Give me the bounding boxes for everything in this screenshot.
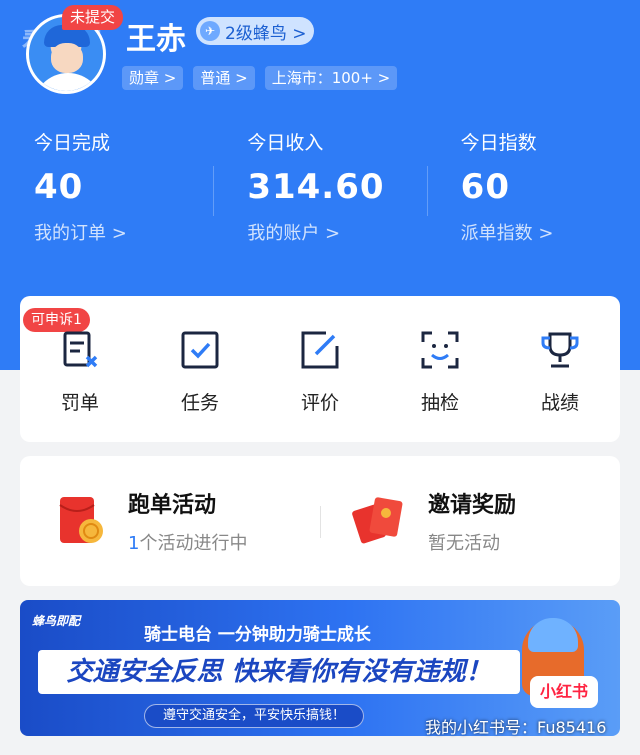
user-name: 王赤 bbox=[126, 22, 186, 57]
banner-slogan: 遵守交通安全，平安快乐搞钱！ bbox=[144, 704, 365, 728]
activity-subtitle: 1个活动进行中 bbox=[128, 529, 247, 555]
tool-achievements[interactable]: 战绩 bbox=[510, 330, 610, 442]
stat-label: 今日收入 bbox=[247, 132, 324, 154]
plane-icon: ✈ bbox=[200, 21, 220, 41]
xhs-watermark-chip: 小红书 bbox=[530, 676, 599, 708]
run-activities[interactable]: 跑单活动 1个活动进行中 bbox=[20, 456, 320, 586]
tool-label: 评价 bbox=[300, 392, 339, 414]
red-envelope-icon bbox=[59, 497, 103, 543]
tool-ticket[interactable]: 可申诉1 罚单 bbox=[23, 308, 130, 442]
tool-inspection[interactable]: 抽检 bbox=[390, 330, 490, 442]
activity-title: 跑单活动 bbox=[128, 493, 217, 518]
trophy-icon bbox=[541, 332, 579, 368]
banner-headline: 交通安全反思 快来看你有没有违规！ bbox=[38, 650, 520, 694]
stat-label: 今日完成 bbox=[34, 132, 111, 154]
appeal-badge: 可申诉1 bbox=[23, 308, 90, 332]
tool-tasks[interactable]: 任务 bbox=[150, 330, 250, 442]
activity-title: 邀请奖励 bbox=[428, 493, 517, 518]
tool-reviews[interactable]: 评价 bbox=[270, 330, 370, 442]
banner-subtitle: 骑士电台 一分钟助力骑士成长 bbox=[144, 625, 371, 645]
stat-label: 今日指数 bbox=[460, 132, 537, 154]
stat-value: 40 bbox=[34, 167, 84, 207]
brand-logo: 蜂鸟即配 bbox=[32, 614, 81, 628]
tool-label: 战绩 bbox=[540, 392, 579, 414]
tag-tier[interactable]: 普通 > bbox=[193, 66, 255, 90]
tag-city-rank[interactable]: 上海市：100+ > bbox=[264, 66, 398, 90]
stat-index[interactable]: 今日指数 60 派单指数 > bbox=[426, 124, 640, 264]
stat-completed[interactable]: 今日完成 40 我的订单 > bbox=[0, 124, 213, 264]
edit-icon bbox=[301, 331, 339, 369]
stat-value: 314.60 bbox=[247, 167, 385, 207]
level-label: 2级蜂鸟 > bbox=[225, 23, 307, 44]
invite-rewards[interactable]: 邀请奖励 暂无活动 bbox=[320, 456, 620, 586]
body-shape bbox=[33, 73, 103, 91]
activity-status: 个活动进行中 bbox=[139, 533, 248, 554]
tools-card: 可申诉1 罚单 任务 评价 抽检 战绩 bbox=[20, 296, 620, 442]
activity-count: 1 bbox=[128, 533, 140, 554]
stat-income[interactable]: 今日收入 314.60 我的账户 > bbox=[213, 124, 426, 264]
checkbox-icon bbox=[181, 331, 219, 369]
dispatch-index-link[interactable]: 派单指数 > bbox=[461, 219, 640, 245]
stats-row: 今日完成 40 我的订单 > 今日收入 314.60 我的账户 > 今日指数 6… bbox=[0, 124, 640, 264]
stat-value: 60 bbox=[460, 167, 510, 207]
unsubmitted-badge: 未提交 bbox=[62, 5, 124, 30]
tag-medals[interactable]: 勋章 > bbox=[122, 66, 184, 90]
level-chip[interactable]: ✈ 2级蜂鸟 > bbox=[196, 17, 315, 45]
xhs-watermark-text: 我的小红书号：Fu85416 bbox=[425, 718, 607, 737]
activities-card: 跑单活动 1个活动进行中 邀请奖励 暂无活动 bbox=[20, 456, 620, 586]
tool-label: 任务 bbox=[180, 392, 219, 414]
face-scan-icon bbox=[421, 331, 459, 369]
tool-label: 抽检 bbox=[420, 392, 459, 414]
my-account-link[interactable]: 我的账户 > bbox=[247, 219, 426, 245]
my-orders-link[interactable]: 我的订单 > bbox=[34, 219, 213, 245]
red-packets-icon bbox=[352, 497, 403, 544]
face-shape bbox=[51, 43, 83, 73]
ticket-icon bbox=[63, 331, 98, 368]
tool-label: 罚单 bbox=[60, 392, 99, 414]
tag-row: 勋章 > 普通 > 上海市：100+ > bbox=[122, 66, 398, 90]
activity-subtitle: 暂无活动 bbox=[428, 533, 500, 554]
